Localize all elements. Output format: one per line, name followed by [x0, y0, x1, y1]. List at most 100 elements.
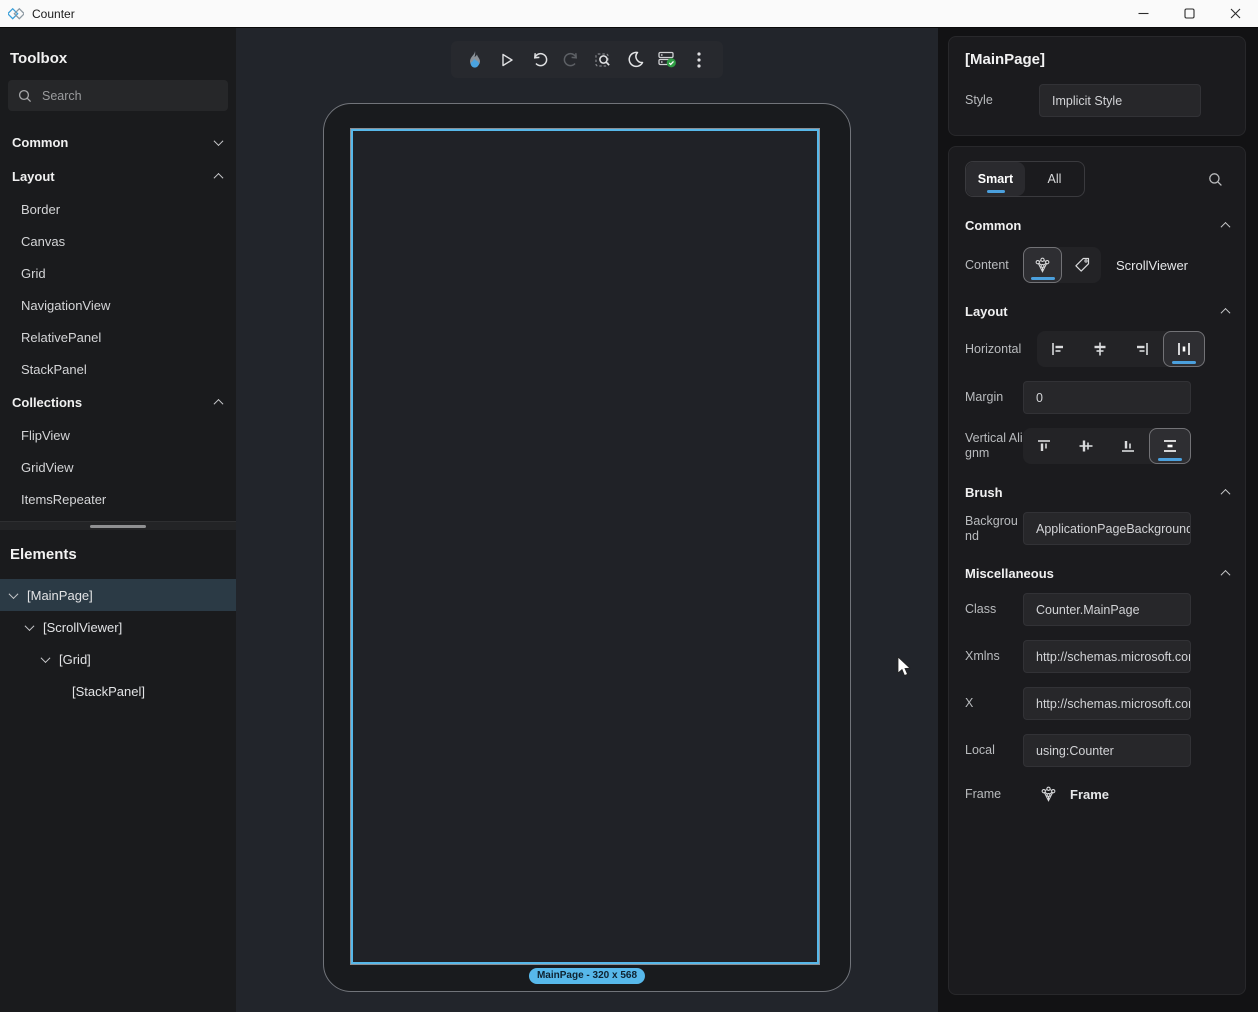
- chevron-down-icon: [9, 589, 19, 599]
- selection-size-badge: MainPage - 320 x 568: [529, 968, 645, 984]
- properties-search-button[interactable]: [1208, 172, 1223, 187]
- toolbox-section-layout[interactable]: Layout: [0, 159, 236, 193]
- chevron-up-icon: [214, 398, 224, 408]
- selection-header-card: [MainPage] Style Implicit Style: [948, 36, 1246, 136]
- toolbox-item-flipview[interactable]: FlipView: [0, 419, 236, 451]
- frame-label: Frame: [965, 787, 1023, 802]
- search-icon: [1208, 172, 1223, 187]
- chevron-up-icon: [1221, 307, 1231, 317]
- tab-all[interactable]: All: [1025, 162, 1084, 196]
- play-icon: [499, 52, 515, 68]
- chevron-up-icon: [1221, 221, 1231, 231]
- properties-card: Smart All Common Content: [948, 146, 1246, 995]
- toolbox-item-relativepanel[interactable]: RelativePanel: [0, 321, 236, 353]
- toolbox-item-itemsrepeater[interactable]: ItemsRepeater: [0, 483, 236, 515]
- halign-right-button[interactable]: [1121, 331, 1163, 367]
- toolbox-item-grid[interactable]: Grid: [0, 257, 236, 289]
- maximize-icon: [1184, 8, 1195, 19]
- valign-bottom-button[interactable]: [1107, 428, 1149, 464]
- local-label: Local: [965, 743, 1023, 758]
- xmlns-input[interactable]: http://schemas.microsoft.com: [1023, 640, 1191, 673]
- valign-center-button[interactable]: [1065, 428, 1107, 464]
- toolbox-item-canvas[interactable]: Canvas: [0, 225, 236, 257]
- window-title: Counter: [32, 7, 75, 21]
- toolbox-item-stackpanel[interactable]: StackPanel: [0, 353, 236, 385]
- server-status-button[interactable]: [655, 48, 679, 72]
- mainpage-design-surface[interactable]: [351, 129, 819, 964]
- design-canvas[interactable]: MainPage - 320 x 568: [236, 28, 938, 1012]
- play-button[interactable]: [495, 48, 519, 72]
- toolbox-item-border[interactable]: Border: [0, 193, 236, 225]
- valign-stretch-button[interactable]: [1149, 428, 1191, 464]
- zoom-selection-icon: [594, 51, 612, 69]
- style-input[interactable]: Implicit Style: [1039, 84, 1201, 117]
- align-stretch-vertical-icon: [1160, 436, 1180, 456]
- section-brush[interactable]: Brush: [965, 480, 1229, 504]
- more-options-button[interactable]: [687, 48, 711, 72]
- chevron-down-icon: [41, 653, 51, 663]
- toolbox-search-input[interactable]: [42, 89, 192, 103]
- section-common[interactable]: Common: [965, 213, 1229, 237]
- element-gem-icon: [1033, 256, 1052, 275]
- frame-value[interactable]: Frame: [1070, 787, 1109, 802]
- toolbox-title: Toolbox: [0, 28, 236, 67]
- halign-center-button[interactable]: [1079, 331, 1121, 367]
- background-input[interactable]: ApplicationPageBackground: [1023, 512, 1191, 545]
- panel-splitter[interactable]: [0, 521, 236, 530]
- margin-label: Margin: [965, 390, 1023, 405]
- content-label: Content: [965, 258, 1023, 273]
- tab-smart[interactable]: Smart: [966, 162, 1025, 196]
- flame-icon: [466, 50, 484, 70]
- halign-stretch-button[interactable]: [1163, 331, 1205, 367]
- vertical-alignment-group: [1023, 428, 1191, 464]
- properties-tab-group: Smart All: [965, 161, 1085, 197]
- align-top-icon: [1034, 436, 1054, 456]
- maximize-button[interactable]: [1166, 0, 1212, 27]
- minimize-button[interactable]: [1120, 0, 1166, 27]
- element-gem-icon: [1039, 785, 1058, 804]
- align-center-icon: [1090, 339, 1110, 359]
- vertical-alignment-label: Vertical Alignm: [965, 431, 1023, 461]
- toolbox-section-common[interactable]: Common: [0, 125, 236, 159]
- redo-button[interactable]: [559, 48, 583, 72]
- close-button[interactable]: [1212, 0, 1258, 27]
- toolbox-item-gridview[interactable]: GridView: [0, 451, 236, 483]
- local-input[interactable]: using:Counter: [1023, 734, 1191, 767]
- x-input[interactable]: http://schemas.microsoft.com: [1023, 687, 1191, 720]
- x-label: X: [965, 696, 1023, 711]
- section-layout[interactable]: Layout: [965, 299, 1229, 323]
- tree-item-grid[interactable]: [Grid]: [0, 643, 236, 675]
- margin-input[interactable]: 0: [1023, 381, 1191, 414]
- undo-button[interactable]: [527, 48, 551, 72]
- tree-item-scrollviewer[interactable]: [ScrollViewer]: [0, 611, 236, 643]
- section-miscellaneous[interactable]: Miscellaneous: [965, 561, 1229, 585]
- toolbox-section-collections[interactable]: Collections: [0, 385, 236, 419]
- chevron-down-icon: [25, 621, 35, 631]
- hot-design-flame-button[interactable]: [463, 48, 487, 72]
- theme-toggle-button[interactable]: [623, 48, 647, 72]
- content-tag-toggle[interactable]: [1062, 247, 1101, 283]
- content-type-toggle: [1023, 247, 1101, 283]
- class-input[interactable]: Counter.MainPage: [1023, 593, 1191, 626]
- valign-top-button[interactable]: [1023, 428, 1065, 464]
- align-right-icon: [1132, 339, 1152, 359]
- close-icon: [1230, 8, 1241, 19]
- zoom-to-selection-button[interactable]: [591, 48, 615, 72]
- background-label: Background: [965, 514, 1023, 544]
- tree-item-stackpanel[interactable]: [StackPanel]: [0, 675, 236, 707]
- chevron-up-icon: [1221, 488, 1231, 498]
- search-icon: [18, 89, 32, 103]
- properties-panel: [MainPage] Style Implicit Style Smart Al…: [938, 28, 1258, 1012]
- tree-item-mainpage[interactable]: [MainPage]: [0, 579, 236, 611]
- minimize-icon: [1138, 8, 1149, 19]
- halign-left-button[interactable]: [1037, 331, 1079, 367]
- align-bottom-icon: [1118, 436, 1138, 456]
- toolbox-item-navigationview[interactable]: NavigationView: [0, 289, 236, 321]
- moon-icon: [627, 51, 644, 68]
- class-label: Class: [965, 602, 1023, 617]
- toolbox-search[interactable]: [8, 80, 228, 111]
- chevron-up-icon: [1221, 569, 1231, 579]
- undo-icon: [531, 51, 548, 68]
- content-element-toggle[interactable]: [1023, 247, 1062, 283]
- canvas-toolbar: [451, 41, 723, 78]
